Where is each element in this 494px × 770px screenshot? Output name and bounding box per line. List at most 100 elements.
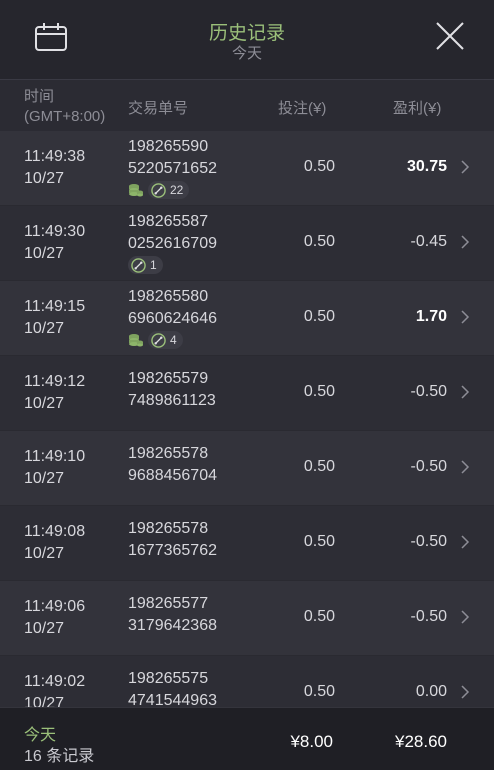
time-value: 11:49:02 <box>24 673 86 690</box>
row-transaction-id: 198265587 0252616709 <box>128 211 217 255</box>
row-badges: 22 <box>128 181 190 199</box>
row-transaction-id: 198265579 7489861123 <box>128 368 216 412</box>
chevron-right-icon[interactable] <box>460 385 470 399</box>
link-count: 22 <box>170 183 184 197</box>
txid-line2: 5220571652 <box>128 160 217 177</box>
row-stake: 0.50 <box>303 608 335 625</box>
txid-line2: 1677365762 <box>128 542 217 559</box>
date-value: 10/27 <box>24 470 65 487</box>
date-value: 10/27 <box>24 245 65 262</box>
row-profit: 1.70 <box>415 308 447 325</box>
time-value: 11:49:15 <box>24 298 86 315</box>
date-value: 10/27 <box>24 695 65 707</box>
time-value: 11:49:30 <box>24 223 86 240</box>
row-transaction-id: 198265578 1677365762 <box>128 518 217 562</box>
timezone-label: (GMT+8:00) <box>24 108 106 125</box>
history-row[interactable]: 11:49:06 10/27 198265577 3179642368 0.50… <box>0 581 494 656</box>
txid-line1: 198265578 <box>128 445 209 462</box>
close-icon[interactable] <box>434 20 466 52</box>
date-value: 10/27 <box>24 620 65 637</box>
row-time: 11:49:06 10/27 <box>24 596 85 640</box>
profit-column-header: 盈利(¥) <box>393 100 442 117</box>
date-value: 10/27 <box>24 395 65 412</box>
time-value: 11:49:12 <box>24 373 86 390</box>
date-value: 10/27 <box>24 545 65 562</box>
row-transaction-id: 198265577 3179642368 <box>128 593 217 637</box>
txid-line1: 198265587 <box>128 213 209 230</box>
row-profit: -0.50 <box>410 458 447 475</box>
summary-footer: 今天 16 条记录 ¥8.00 ¥28.60 <box>0 707 494 770</box>
chevron-right-icon[interactable] <box>460 160 470 174</box>
stake-column-header: 投注(¥) <box>278 100 327 117</box>
history-list[interactable]: 11:49:38 10/27 198265590 5220571652 22 0… <box>0 131 494 707</box>
history-row[interactable]: 11:49:30 10/27 198265587 0252616709 1 0.… <box>0 206 494 281</box>
chevron-right-icon[interactable] <box>460 535 470 549</box>
row-stake: 0.50 <box>303 683 335 700</box>
row-transaction-id: 198265575 4741544963 <box>128 668 217 707</box>
time-label: 时间 <box>24 88 55 105</box>
row-profit: 0.00 <box>415 683 447 700</box>
chevron-right-icon[interactable] <box>460 685 470 699</box>
record-count: 16 条记录 <box>24 748 95 765</box>
row-time: 11:49:30 10/27 <box>24 221 85 265</box>
row-time: 11:49:10 10/27 <box>24 446 85 490</box>
time-column-header: 时间 (GMT+8:00) <box>24 87 105 127</box>
history-row[interactable]: 11:49:02 10/27 198265575 4741544963 0.50… <box>0 656 494 707</box>
chevron-right-icon[interactable] <box>460 460 470 474</box>
txid-line1: 198265575 <box>128 670 209 687</box>
txid-line1: 198265590 <box>128 138 209 155</box>
txid-line1: 198265577 <box>128 595 209 612</box>
time-value: 11:49:08 <box>24 523 86 540</box>
txid-column-header: 交易单号 <box>128 100 189 117</box>
row-transaction-id: 198265590 5220571652 <box>128 136 217 180</box>
history-row[interactable]: 11:49:15 10/27 198265580 6960624646 4 0.… <box>0 281 494 356</box>
chevron-right-icon[interactable] <box>460 310 470 324</box>
date-value: 10/27 <box>24 170 65 187</box>
txid-line2: 4741544963 <box>128 692 217 707</box>
txid-line2: 9688456704 <box>128 467 217 484</box>
row-profit: -0.50 <box>410 383 447 400</box>
row-stake: 0.50 <box>303 533 335 550</box>
link-icon <box>151 182 166 198</box>
link-icon <box>131 257 146 273</box>
row-stake: 0.50 <box>303 233 335 250</box>
time-value: 11:49:06 <box>24 598 86 615</box>
txid-line1: 198265578 <box>128 520 209 537</box>
row-profit: -0.50 <box>410 608 447 625</box>
txid-line2: 0252616709 <box>128 235 217 252</box>
page-subtitle: 今天 <box>231 45 262 62</box>
total-stake: ¥8.00 <box>290 732 333 751</box>
row-profit: -0.50 <box>410 533 447 550</box>
chevron-right-icon[interactable] <box>460 235 470 249</box>
row-stake: 0.50 <box>303 158 335 175</box>
row-stake: 0.50 <box>303 383 335 400</box>
page-title: 历史记录 <box>208 23 285 44</box>
link-count-badge: 1 <box>128 256 163 274</box>
history-row[interactable]: 11:49:12 10/27 198265579 7489861123 0.50… <box>0 356 494 431</box>
row-time: 11:49:38 10/27 <box>24 146 85 190</box>
txid-line1: 198265579 <box>128 370 209 387</box>
time-value: 11:49:10 <box>24 448 86 465</box>
header: 历史记录 今天 <box>0 0 494 80</box>
history-row[interactable]: 11:49:10 10/27 198265578 9688456704 0.50… <box>0 431 494 506</box>
column-header: 时间 (GMT+8:00) 交易单号 投注(¥) 盈利(¥) <box>0 80 494 131</box>
total-profit: ¥28.60 <box>395 732 447 751</box>
time-value: 11:49:38 <box>24 148 86 165</box>
row-stake: 0.50 <box>303 458 335 475</box>
row-time: 11:49:15 10/27 <box>24 296 85 340</box>
txid-line2: 7489861123 <box>128 392 216 409</box>
row-badges: 1 <box>128 256 163 274</box>
row-transaction-id: 198265578 9688456704 <box>128 443 217 487</box>
row-time: 11:49:02 10/27 <box>24 671 85 707</box>
chevron-right-icon[interactable] <box>460 610 470 624</box>
txid-line2: 6960624646 <box>128 310 217 327</box>
coin-stack-icon <box>129 334 143 347</box>
link-count: 4 <box>170 333 177 347</box>
txid-line1: 198265580 <box>128 288 209 305</box>
link-count: 1 <box>150 258 157 272</box>
history-row[interactable]: 11:49:38 10/27 198265590 5220571652 22 0… <box>0 131 494 206</box>
link-count-badge: 4 <box>148 331 183 349</box>
history-row[interactable]: 11:49:08 10/27 198265578 1677365762 0.50… <box>0 506 494 581</box>
txid-line2: 3179642368 <box>128 617 217 634</box>
coin-stack-icon <box>129 184 143 197</box>
